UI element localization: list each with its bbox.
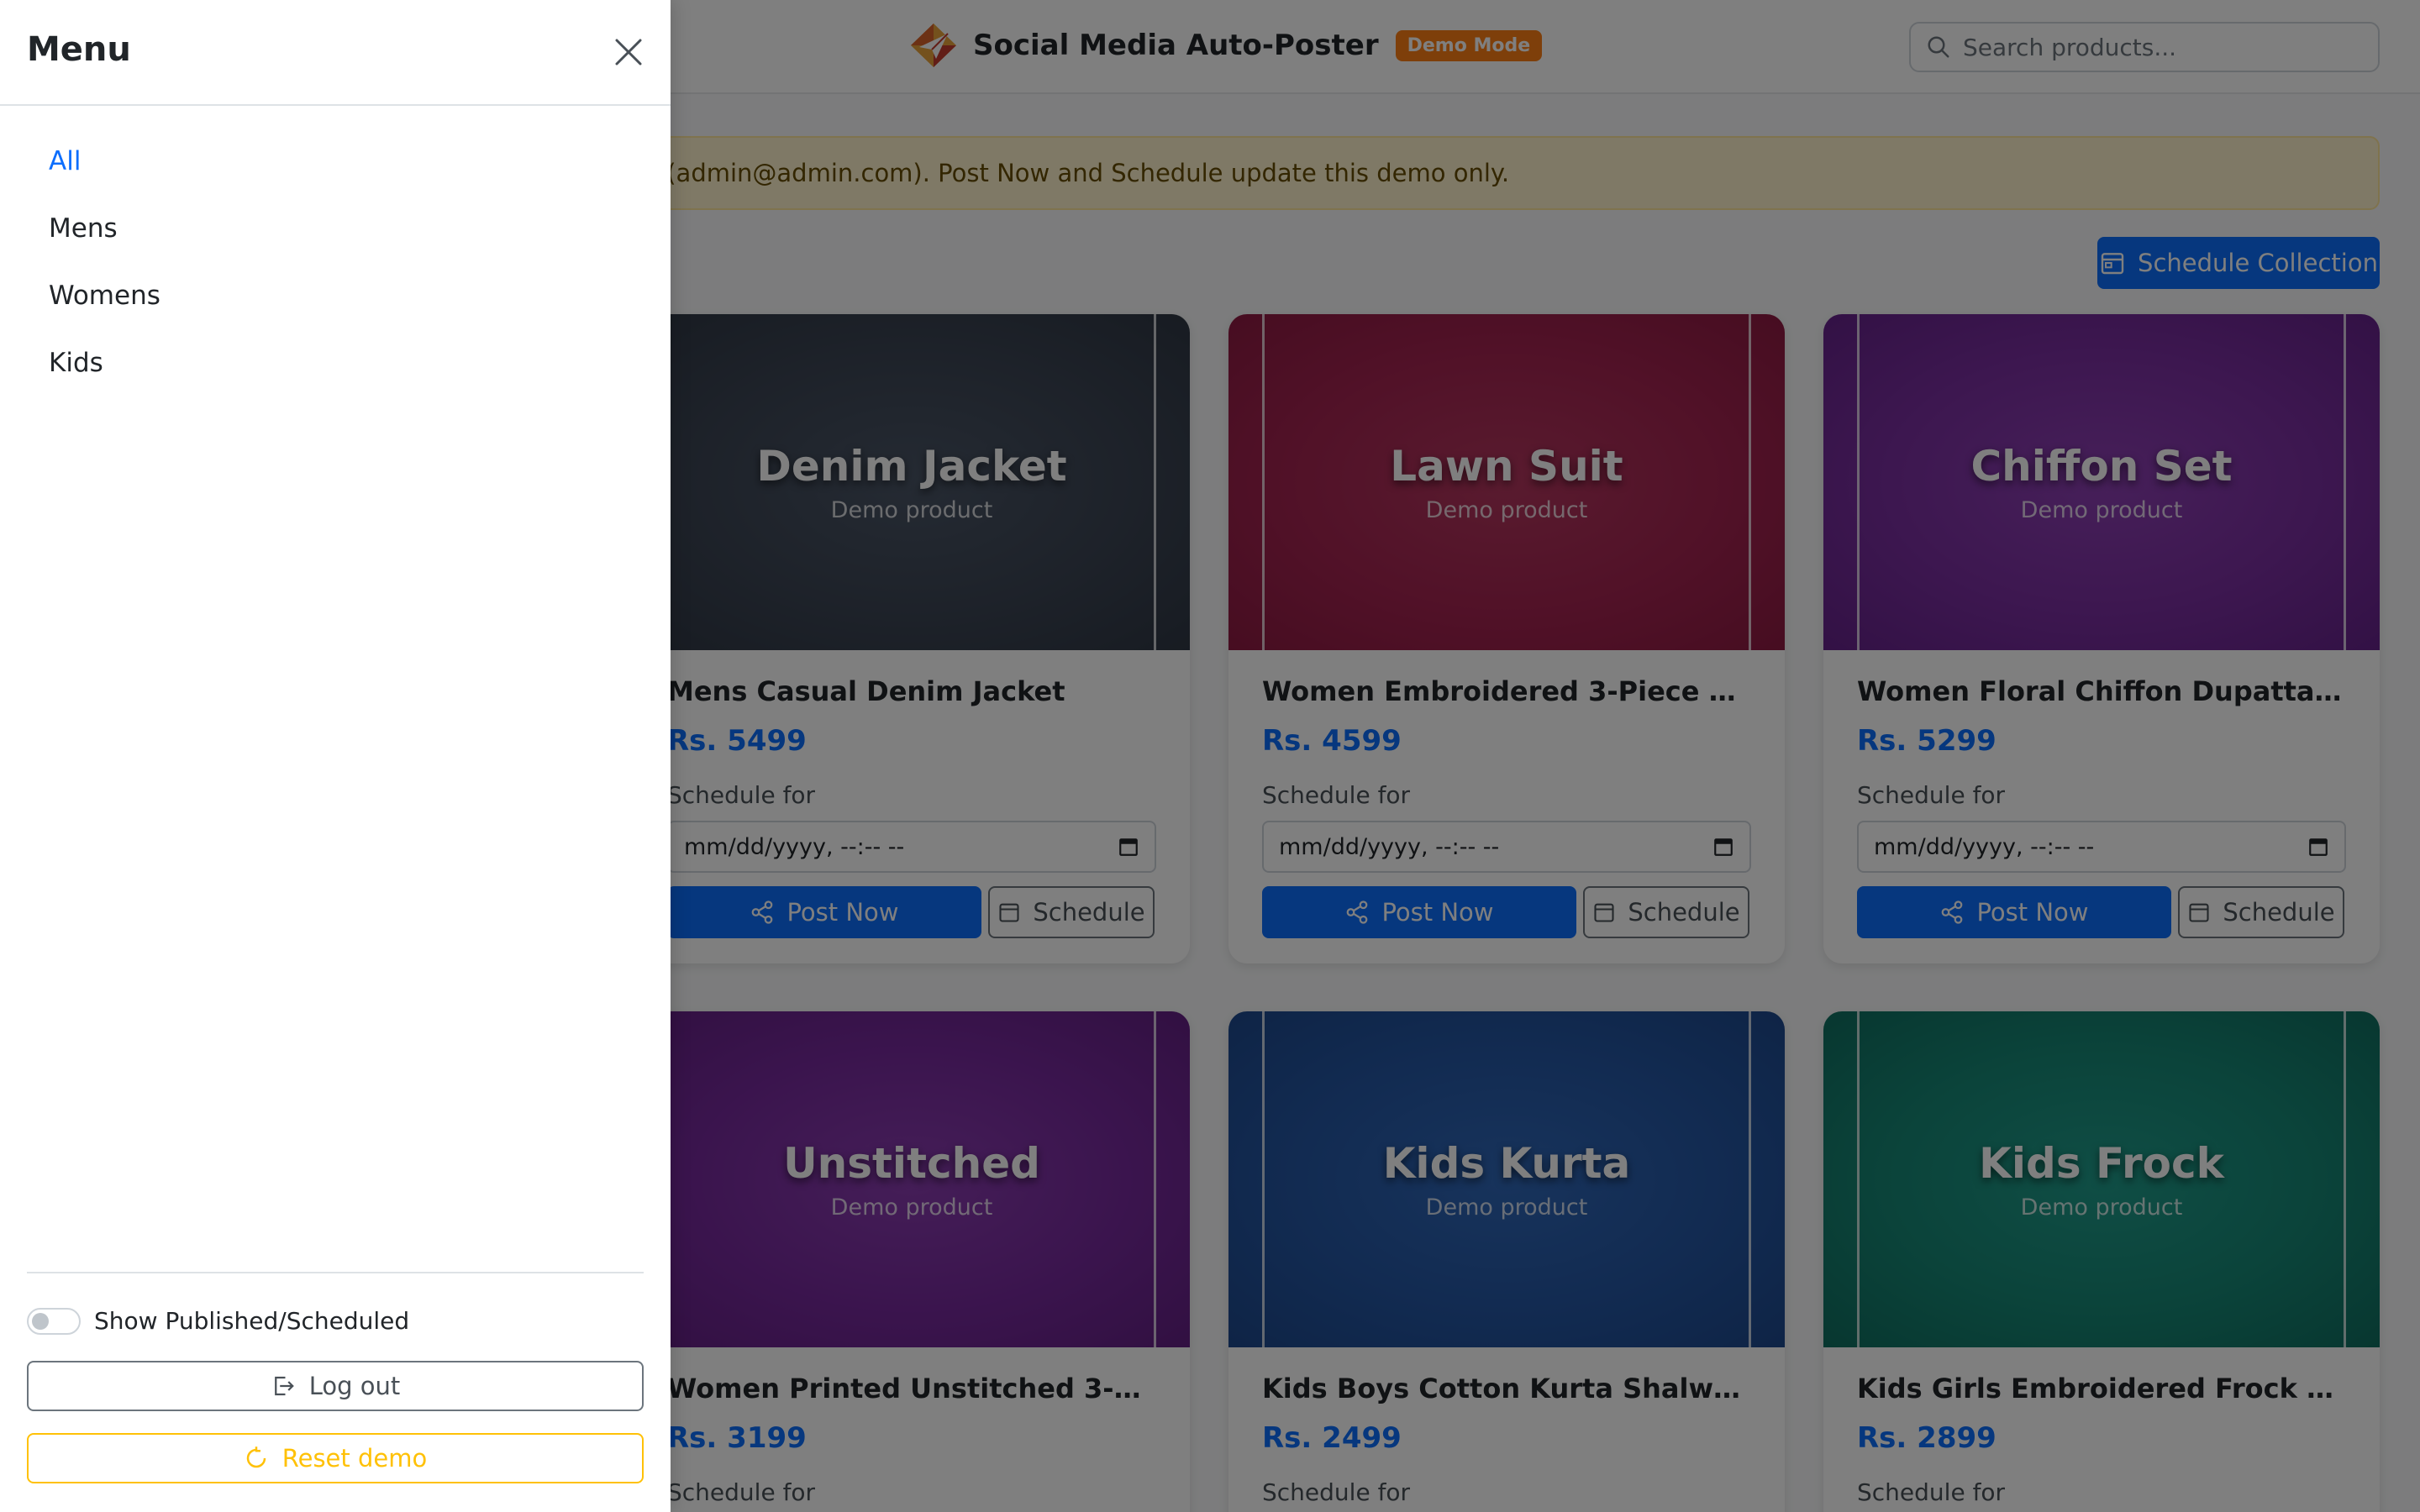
logout-icon — [274, 1376, 294, 1396]
logout-label: Log out — [308, 1372, 401, 1400]
menu-item-womens[interactable]: Womens — [49, 276, 160, 343]
reset-icon — [246, 1446, 266, 1468]
menu-item-all[interactable]: All — [49, 141, 160, 208]
reset-demo-button[interactable]: Reset demo — [27, 1433, 644, 1483]
menu-header: Menu — [0, 0, 671, 106]
menu-item-mens[interactable]: Mens — [49, 208, 160, 276]
category-nav: All Mens Womens Kids — [49, 141, 160, 410]
show-published-label: Show Published/Scheduled — [94, 1307, 410, 1335]
show-published-toggle[interactable] — [27, 1307, 81, 1335]
toggle-knob — [32, 1312, 49, 1330]
menu-item-kids[interactable]: Kids — [49, 343, 160, 410]
show-published-toggle-row: Show Published/Scheduled — [27, 1307, 409, 1335]
close-icon[interactable] — [612, 35, 645, 69]
menu-offcanvas: Menu All Mens Womens Kids Show Published… — [0, 0, 671, 1512]
menu-divider — [27, 1272, 644, 1273]
menu-title: Menu — [27, 30, 131, 69]
reset-demo-label: Reset demo — [281, 1444, 428, 1473]
logout-button[interactable]: Log out — [27, 1361, 644, 1411]
